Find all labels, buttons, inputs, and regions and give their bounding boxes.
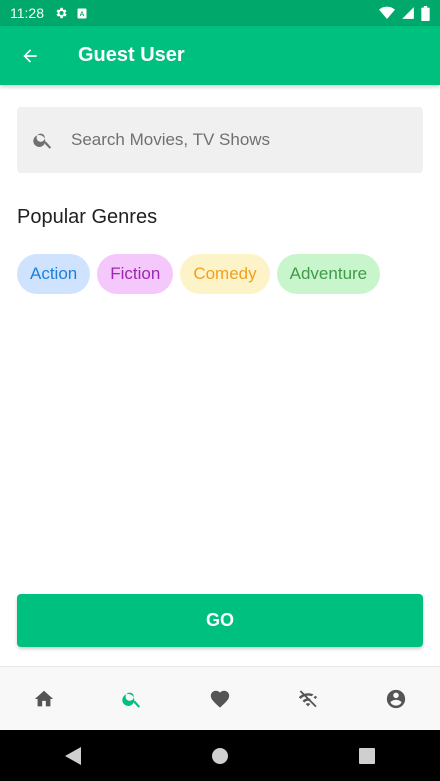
search-icon [33, 133, 52, 149]
wifi-icon [379, 6, 395, 19]
system-back-button[interactable] [53, 736, 93, 776]
sim-icon: A [77, 8, 87, 18]
signal-icon [402, 7, 414, 19]
system-nav-bar [0, 730, 440, 781]
bottom-nav [0, 666, 440, 731]
popular-genres-heading: Popular Genres [17, 206, 158, 228]
system-home-button[interactable] [200, 736, 240, 776]
search-icon [122, 692, 141, 708]
go-button[interactable]: GO [17, 594, 423, 647]
settings-icon [56, 7, 67, 19]
wifi-off-icon [298, 690, 318, 708]
search-bar[interactable] [17, 107, 423, 173]
square-recents-icon [358, 747, 375, 764]
app-bar: Guest User [0, 26, 440, 85]
nav-item-search[interactable] [88, 667, 176, 731]
home-icon [34, 690, 54, 707]
genre-chip-adventure[interactable]: Adventure [276, 254, 381, 294]
status-bar: 11:28 A [0, 0, 440, 26]
nav-item-home[interactable] [0, 667, 88, 731]
triangle-back-icon [65, 746, 82, 765]
genre-chip-action[interactable]: Action [17, 254, 91, 294]
nav-item-account[interactable] [352, 667, 440, 731]
account-icon [386, 689, 406, 709]
back-arrow-icon[interactable] [18, 44, 42, 68]
genre-chip-comedy[interactable]: Comedy [180, 254, 270, 294]
go-button-label: GO [205, 610, 234, 630]
genre-chip-fiction[interactable]: Fiction [97, 254, 174, 294]
nav-item-offline[interactable] [264, 667, 352, 731]
heart-icon [210, 690, 230, 708]
genre-chip-label: Fiction [110, 264, 161, 283]
svg-text:A: A [80, 11, 85, 18]
circle-home-icon [211, 747, 228, 764]
system-recents-button[interactable] [347, 736, 387, 776]
page-title: Guest User [78, 44, 185, 66]
genre-chip-label: Adventure [289, 264, 368, 283]
status-time: 11:28 [10, 5, 44, 21]
genre-chip-label: Action [30, 264, 78, 283]
genre-chips: Action Fiction Comedy Adventure [17, 254, 381, 294]
nav-item-favorites[interactable] [176, 667, 264, 731]
search-input[interactable] [69, 129, 393, 151]
battery-icon [421, 5, 430, 21]
genre-chip-label: Comedy [193, 264, 257, 283]
